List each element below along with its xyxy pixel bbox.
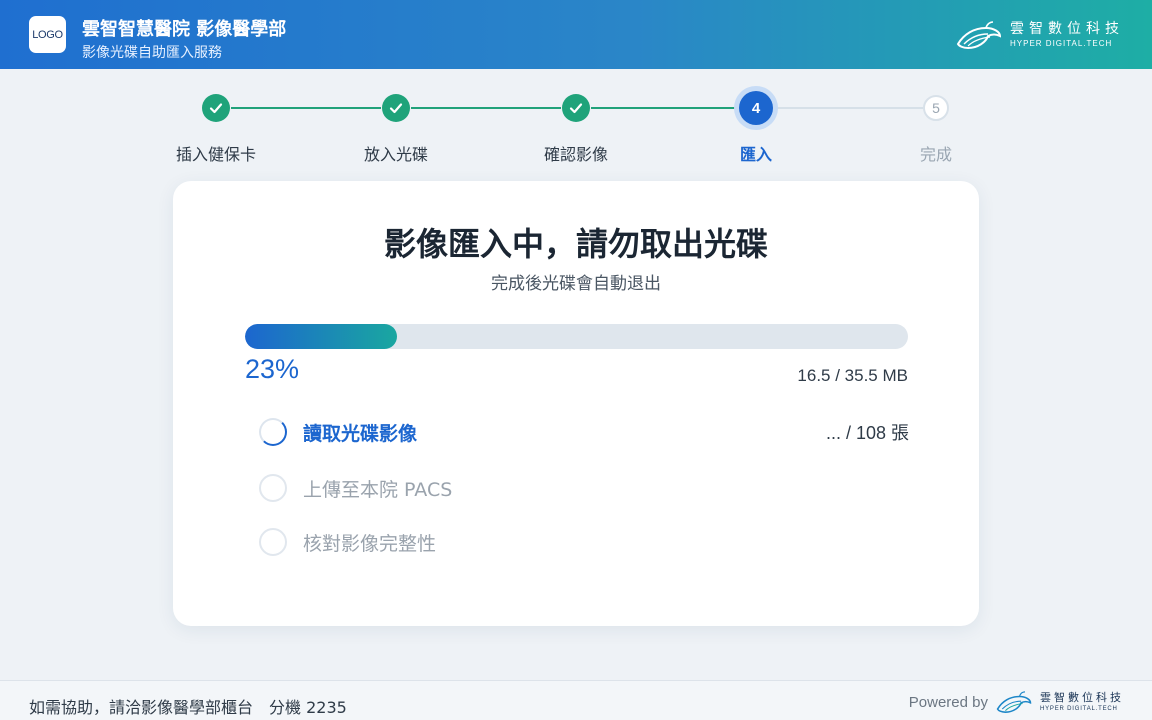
step-5-number: 5 <box>923 95 949 121</box>
task-count: ... / 108 張 <box>825 423 909 443</box>
progress-size: 16.5 / 35.5 MB <box>797 366 908 385</box>
spinner-icon <box>259 418 287 446</box>
step-connector-2 <box>411 107 561 109</box>
task-verify-integrity: 核對影像完整性 <box>259 527 909 557</box>
brand-name-cn: 雲智數位科技 <box>1010 21 1124 37</box>
progress-bar-fill <box>245 324 398 349</box>
help-text: 如需協助，請洽影像醫學部櫃台 分機 2235 <box>29 698 347 717</box>
card-subtitle: 完成後光碟會自動退出 <box>491 274 661 294</box>
step-1-check-icon <box>202 94 230 122</box>
app-footer: 如需協助，請洽影像醫學部櫃台 分機 2235 Powered by 雲智數位科技… <box>0 680 1152 720</box>
step-4-label: 匯入 <box>739 145 773 164</box>
task-label: 上傳至本院 PACS <box>303 478 453 501</box>
step-connector-4 <box>773 107 923 109</box>
brand-name-en: HYPER DIGITAL.TECH <box>1010 39 1113 48</box>
step-1-label: 插入健保卡 <box>175 145 257 164</box>
step-2-label: 放入光碟 <box>363 145 429 164</box>
whale-icon <box>996 691 1032 713</box>
task-label: 讀取光碟影像 <box>303 422 418 445</box>
step-connector-3 <box>591 107 741 109</box>
step-4-number: 4 <box>739 91 773 125</box>
progress-percent: 23% <box>245 354 300 384</box>
task-upload-pacs: 上傳至本院 PACS <box>259 473 909 503</box>
step-3-check-icon <box>562 94 590 122</box>
step-connector-1 <box>231 107 381 109</box>
card-title: 影像匯入中，請勿取出光碟 <box>383 225 768 263</box>
powered-brand-en: HYPER DIGITAL.TECH <box>1040 706 1118 712</box>
brand-logo: 雲智數位科技 HYPER DIGITAL.TECH <box>956 18 1124 52</box>
task-read-disc: 讀取光碟影像 ... / 108 張 <box>259 417 909 447</box>
app-header: LOGO 雲智智慧醫院 影像醫學部 影像光碟自助匯入服務 雲智數位科技 HYPE… <box>0 0 1152 69</box>
import-progress-card: 影像匯入中，請勿取出光碟 完成後光碟會自動退出 23% 16.5 / 35.5 … <box>173 181 979 626</box>
service-name: 影像光碟自助匯入服務 <box>82 45 222 61</box>
whale-icon <box>956 21 1002 50</box>
circle-icon <box>259 474 287 502</box>
progress-bar <box>245 324 908 349</box>
hospital-name: 雲智智慧醫院 影像醫學部 <box>82 19 287 40</box>
powered-brand-cn: 雲智數位科技 <box>1040 691 1124 704</box>
hospital-logo: LOGO <box>29 16 66 53</box>
powered-by: Powered by 雲智數位科技 HYPER DIGITAL.TECH <box>909 689 1124 715</box>
powered-by-label: Powered by <box>908 693 988 711</box>
task-label: 核對影像完整性 <box>303 532 437 555</box>
step-2-check-icon <box>382 94 410 122</box>
step-5-label: 完成 <box>919 145 953 164</box>
circle-icon <box>259 528 287 556</box>
step-3-label: 確認影像 <box>543 145 609 164</box>
